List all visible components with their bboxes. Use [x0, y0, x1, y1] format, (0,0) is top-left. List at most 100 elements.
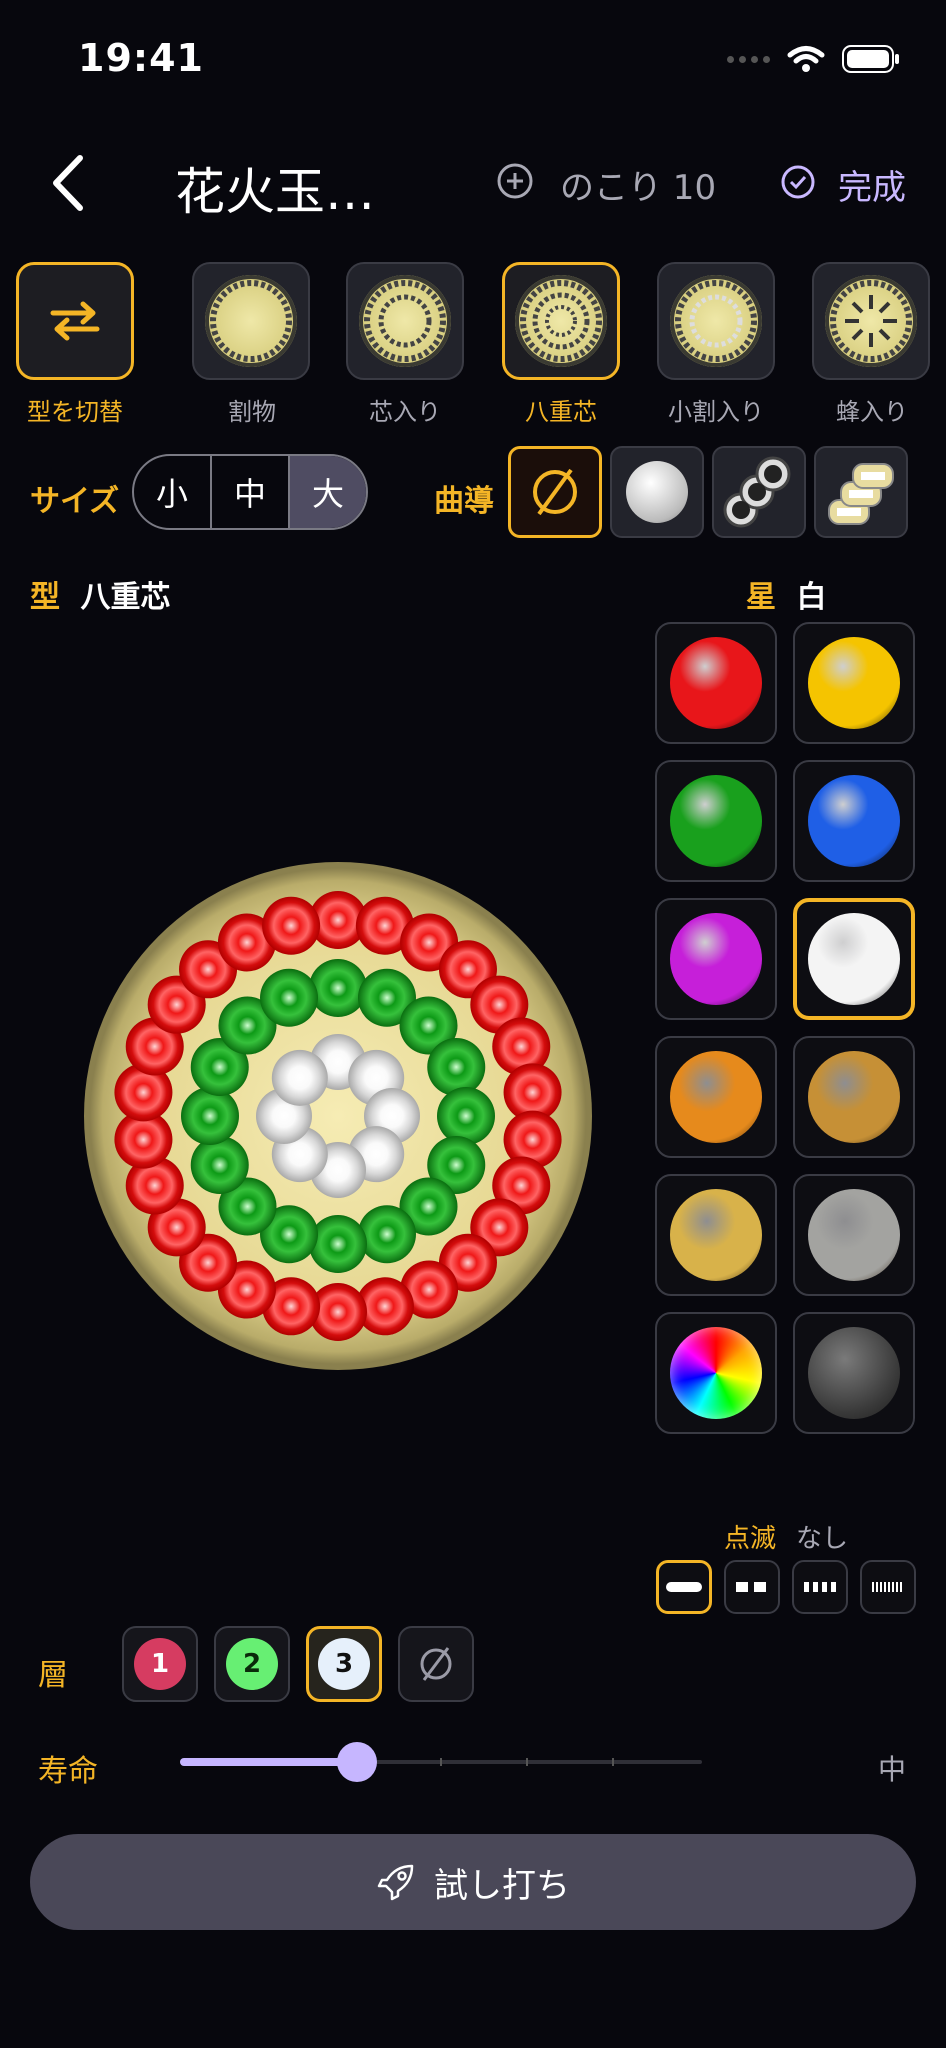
blink-option-medium[interactable]: [792, 1560, 848, 1614]
size-option-small[interactable]: 小: [134, 456, 212, 528]
type-option-yaeshin[interactable]: [502, 262, 620, 380]
page-title: 花火玉…: [175, 163, 375, 221]
layer-option-2[interactable]: 2: [214, 1626, 290, 1702]
battery-icon: [842, 45, 899, 73]
type-option-hachi-iri[interactable]: [812, 262, 930, 380]
star-color-gold-glitter[interactable]: [793, 1036, 915, 1158]
green-ball-icon: [670, 775, 762, 867]
star-color-yellow-glitter[interactable]: [655, 1174, 777, 1296]
lifetime-label: 寿命: [38, 1754, 98, 1789]
guide-option-chain[interactable]: [712, 446, 806, 538]
test-launch-button[interactable]: 試し打ち: [30, 1834, 916, 1930]
silver-glitter-ball-icon: [808, 1189, 900, 1281]
green-star: [260, 968, 319, 1027]
guide-option-none[interactable]: [508, 446, 602, 538]
star-color-rainbow[interactable]: [655, 1312, 777, 1434]
layer-label: 層: [38, 1658, 68, 1693]
type-option-shin-iri[interactable]: [346, 262, 464, 380]
star-color-purple[interactable]: [655, 898, 777, 1020]
double-dash-icon: [736, 1582, 766, 1592]
green-star: [190, 1135, 249, 1194]
green-star: [427, 1038, 486, 1097]
type-option-kowari-iri[interactable]: [657, 262, 775, 380]
remaining-count: のこり 10: [560, 168, 717, 208]
shape-label: 型: [30, 580, 60, 615]
star-color-red[interactable]: [655, 622, 777, 744]
green-star: [357, 1205, 416, 1264]
guide-option-white[interactable]: [610, 446, 704, 538]
yaeshin-icon: [515, 275, 607, 367]
done-button[interactable]: 完成: [838, 160, 906, 209]
blink-value: なし: [796, 1524, 849, 1554]
test-launch-label: 試し打ち: [434, 1865, 570, 1906]
lifetime-value: 中: [878, 1753, 907, 1786]
star-color-orange-glitter[interactable]: [655, 1036, 777, 1158]
star-color-white[interactable]: [793, 898, 915, 1020]
shin-iri-icon: [359, 275, 451, 367]
lifetime-slider-fill: [180, 1758, 358, 1766]
guide-label: 曲導: [434, 484, 494, 519]
layer-option-3[interactable]: 3: [306, 1626, 382, 1702]
star-label: 星: [746, 580, 776, 615]
layer-option-1[interactable]: 1: [122, 1626, 198, 1702]
size-option-medium[interactable]: 中: [212, 456, 290, 528]
red-ball-icon: [670, 637, 762, 729]
gold-glitter-ball-icon: [808, 1051, 900, 1143]
size-label: サイズ: [30, 484, 120, 519]
multi-dash-icon: [872, 1582, 902, 1592]
rocket-icon: [377, 1864, 414, 1901]
blink-option-none[interactable]: [656, 1560, 712, 1614]
switch-type-label: 型を切替: [27, 398, 123, 426]
type-label-kowari-iri: 小割入り: [668, 398, 764, 426]
star-section: 星 白: [746, 572, 826, 616]
white-ball-icon: [808, 913, 900, 1005]
star-color-green[interactable]: [655, 760, 777, 882]
star-value: 白: [796, 580, 827, 615]
none-icon: [420, 1647, 452, 1681]
purple-ball-icon: [670, 913, 762, 1005]
blink-label: 点滅: [724, 1524, 777, 1554]
green-star: [437, 1087, 495, 1145]
size-segmented-control[interactable]: 小 中 大: [132, 454, 368, 530]
shape-value: 八重芯: [80, 580, 171, 615]
chain-balls-icon: [723, 456, 791, 528]
blink-option-slow[interactable]: [724, 1560, 780, 1614]
white-ball-icon: [626, 461, 688, 523]
quad-dash-icon: [804, 1582, 836, 1592]
lifetime-slider-knob[interactable]: [337, 1742, 378, 1782]
star-color-dark[interactable]: [793, 1312, 915, 1434]
add-circle-icon[interactable]: [496, 162, 534, 200]
kowari-iri-icon: [670, 275, 762, 367]
green-star: [181, 1087, 239, 1145]
none-icon: [533, 468, 577, 516]
swap-icon: [50, 301, 100, 341]
blue-ball-icon: [808, 775, 900, 867]
green-star: [309, 959, 367, 1017]
blink-option-fast[interactable]: [860, 1560, 916, 1614]
back-icon[interactable]: [44, 150, 94, 216]
hachi-iri-icon: [825, 275, 917, 367]
cylinder-stack-icon: [828, 463, 894, 525]
green-star: [309, 1215, 367, 1273]
dark-ball-icon: [808, 1327, 900, 1419]
check-circle-icon[interactable]: [780, 164, 816, 200]
type-label-warimono: 割物: [228, 398, 276, 426]
layer-1-badge: 1: [134, 1638, 186, 1690]
type-label-shin-iri: 芯入り: [369, 398, 441, 426]
firework-shell-preview: [84, 862, 592, 1370]
status-icons: [727, 44, 900, 74]
star-color-silver-glitter[interactable]: [793, 1174, 915, 1296]
star-color-blue[interactable]: [793, 760, 915, 882]
yellow-glitter-ball-icon: [670, 1189, 762, 1281]
layer-3-badge: 3: [318, 1638, 370, 1690]
guide-option-cylinder[interactable]: [814, 446, 908, 538]
switch-type-button[interactable]: [16, 262, 134, 380]
type-label-hachi-iri: 蜂入り: [836, 398, 908, 426]
layer-option-none[interactable]: [398, 1626, 474, 1702]
shape-section: 型 八重芯: [30, 572, 170, 616]
cellular-icon: [727, 55, 770, 63]
size-option-large[interactable]: 大: [290, 456, 366, 528]
layer-2-badge: 2: [226, 1638, 278, 1690]
type-option-warimono[interactable]: [192, 262, 310, 380]
star-color-yellow[interactable]: [793, 622, 915, 744]
